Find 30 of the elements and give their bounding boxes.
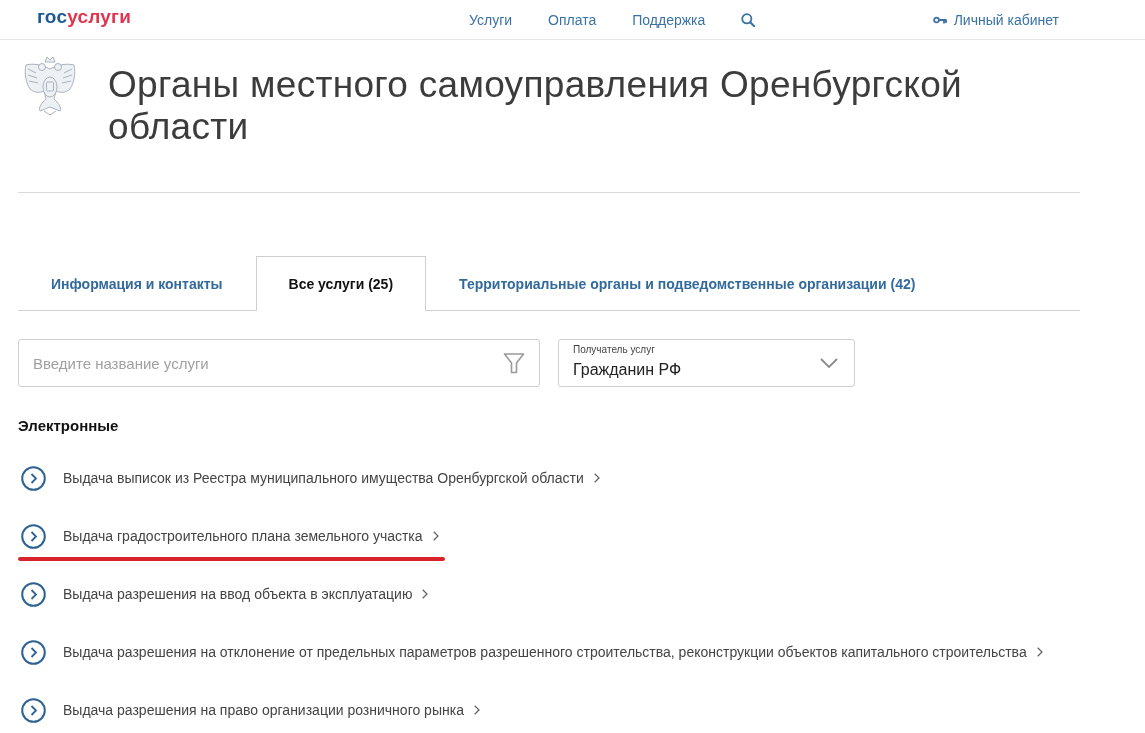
nav-link[interactable]: Услуги xyxy=(469,10,513,29)
tab[interactable]: Информация и контакты xyxy=(18,256,256,311)
arrow-circle-icon[interactable] xyxy=(21,581,46,607)
search-icon[interactable] xyxy=(741,12,756,27)
chevron-down-icon[interactable] xyxy=(820,358,838,368)
chevron-right-icon[interactable] xyxy=(473,705,480,715)
service-link[interactable]: Выдача разрешения на отклонение от предельных параметров разрешенного строительства, реконструкции объектов капитального строительства xyxy=(63,643,1027,661)
arrow-circle-icon[interactable] xyxy=(21,523,46,549)
service-link[interactable]: Выдача разрешения на право организации розничного рынка xyxy=(63,701,464,719)
service-link[interactable]: Выдача градостроительного плана земельного участка xyxy=(63,527,423,545)
chevron-right-icon[interactable] xyxy=(422,589,429,599)
service-link[interactable]: Выдача разрешения на ввод объекта в эксплуатацию xyxy=(63,585,413,603)
arrow-circle-icon[interactable] xyxy=(21,465,46,491)
chevron-right-icon[interactable] xyxy=(432,531,439,541)
arrow-circle-icon[interactable] xyxy=(21,639,46,665)
page-title: Органы местного самоуправления Оренбургской области xyxy=(108,64,964,148)
section-heading: Электронные xyxy=(18,416,119,436)
recipient-dropdown[interactable]: Получатель услуг Гражданин РФ xyxy=(558,339,855,387)
nav-link[interactable]: Оплата xyxy=(548,10,597,29)
chevron-right-icon[interactable] xyxy=(593,473,600,483)
nav-link[interactable]: Поддержка xyxy=(632,10,706,29)
logo-link[interactable]: госуслуги xyxy=(37,5,132,28)
key-icon xyxy=(932,15,947,24)
tab[interactable]: Все услуги (25) xyxy=(255,256,427,311)
arrow-circle-icon[interactable] xyxy=(21,697,46,723)
account-link[interactable]: Личный кабинет xyxy=(932,10,1059,29)
service-link[interactable]: Выдача выписок из Реестра муниципального имущества Оренбургской области xyxy=(63,469,584,487)
tab[interactable]: Территориальные органы и подведомственные организации (42) xyxy=(426,256,949,311)
search-field[interactable]: Введите название услуги xyxy=(18,339,540,387)
chevron-right-icon[interactable] xyxy=(1036,647,1043,657)
